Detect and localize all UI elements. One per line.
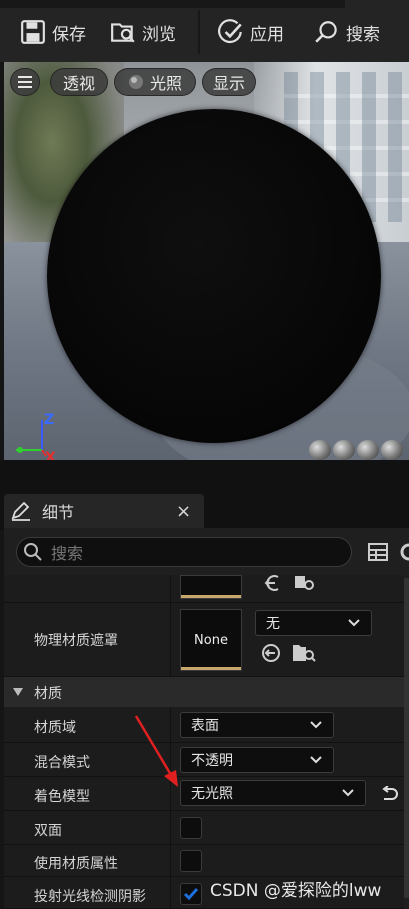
lighting-button[interactable]: 光照 <box>114 68 196 96</box>
save-label: 保存 <box>52 24 86 45</box>
property-row-phys-mask: 物理材质遮罩 None 无 <box>4 603 404 677</box>
reset-to-default-icon[interactable] <box>380 786 398 802</box>
chevron-down-icon <box>348 619 360 627</box>
apply-label: 应用 <box>250 24 284 45</box>
tab-details[interactable]: 细节 × <box>4 494 204 528</box>
property-row-material-domain: 材质域 表面 <box>4 707 404 743</box>
browse-asset-icon[interactable] <box>294 575 316 591</box>
toolbar-divider <box>198 10 200 54</box>
viewport-menu-button[interactable] <box>10 68 40 96</box>
folder-search-icon <box>111 23 135 43</box>
shading-model-dropdown[interactable]: 无光照 <box>180 780 366 806</box>
property-row-partial <box>4 575 404 603</box>
material-domain-dropdown[interactable]: 表面 <box>180 712 334 738</box>
use-selected-asset-icon[interactable] <box>262 575 282 591</box>
sphere-preview-icon[interactable] <box>333 440 355 460</box>
apply-button[interactable]: 应用 <box>218 10 284 54</box>
property-row-shading-model: 着色模型 无光照 <box>4 777 404 811</box>
lighting-label: 光照 <box>149 74 182 93</box>
use-selected-asset-icon[interactable] <box>260 643 282 663</box>
chevron-down-icon <box>342 789 354 797</box>
hamburger-icon <box>18 76 32 88</box>
cube-preview-icon[interactable] <box>381 440 403 460</box>
thumbnail-accent-line <box>181 667 241 670</box>
preview-sphere <box>47 109 381 443</box>
search-button[interactable]: 搜索 <box>314 10 380 54</box>
perspective-button[interactable]: 透视 <box>50 68 108 96</box>
texture-thumbnail-partial[interactable] <box>180 575 242 599</box>
blend-mode-dropdown[interactable]: 不透明 <box>180 747 334 773</box>
pencil-icon <box>11 501 30 521</box>
axis-z-label: Z <box>44 412 55 428</box>
blend-mode-value: 不透明 <box>191 753 233 769</box>
search-icon <box>24 543 42 561</box>
column-separator <box>170 603 171 676</box>
use-material-attributes-label: 使用材质属性 <box>34 856 118 872</box>
show-label: 显示 <box>213 74 246 93</box>
phys-mask-thumb-text: None <box>194 632 228 648</box>
show-button[interactable]: 显示 <box>202 68 256 96</box>
toolbar-top-strip <box>0 0 345 8</box>
column-separator <box>170 575 171 602</box>
lighting-sphere-icon <box>128 75 143 89</box>
search-icon <box>315 21 337 43</box>
browse-label: 浏览 <box>142 24 176 45</box>
shading-model-label: 着色模型 <box>34 789 90 805</box>
browse-asset-icon[interactable] <box>292 643 316 663</box>
save-button[interactable]: 保存 <box>20 10 86 54</box>
plane-preview-icon[interactable] <box>357 440 379 460</box>
browse-button[interactable]: 浏览 <box>110 10 176 54</box>
axis-x-label: X <box>45 450 56 460</box>
cylinder-preview-icon[interactable] <box>309 440 331 460</box>
column-separator <box>170 845 171 876</box>
column-separator <box>170 811 171 844</box>
checkmark-icon <box>183 888 199 901</box>
material-domain-value: 表面 <box>191 718 219 734</box>
section-header-material[interactable]: 材质 <box>4 677 404 708</box>
section-title-material: 材质 <box>34 686 62 702</box>
search-label: 搜索 <box>346 24 380 45</box>
use-material-attributes-checkbox[interactable] <box>180 850 202 872</box>
property-row-two-sided: 双面 <box>4 811 404 845</box>
collapse-triangle-icon <box>13 688 23 696</box>
shading-model-value: 无光照 <box>191 786 233 802</box>
perspective-label: 透视 <box>62 74 95 93</box>
two-sided-label: 双面 <box>34 823 62 839</box>
details-scrollbar[interactable] <box>404 578 409 898</box>
column-separator <box>170 877 171 908</box>
settings-gear-icon[interactable] <box>397 542 409 562</box>
cast-ray-traced-shadows-checkbox[interactable] <box>180 883 202 905</box>
details-tab-title: 细节 <box>42 503 75 522</box>
phys-mask-value: 无 <box>266 616 280 632</box>
details-search-input[interactable]: 搜索 <box>16 537 352 567</box>
blend-mode-label: 混合模式 <box>34 755 90 771</box>
two-sided-checkbox[interactable] <box>180 817 202 839</box>
phys-mask-asset-dropdown[interactable]: 无 <box>255 610 372 636</box>
watermark-text: CSDN @爱探险的lww <box>210 881 382 901</box>
chevron-down-icon <box>310 756 322 764</box>
material-preview-viewport[interactable]: 透视 光照 显示 Z X <box>4 62 409 460</box>
thumbnail-accent-line <box>181 595 241 598</box>
annotation-arrow <box>134 715 178 787</box>
search-placeholder: 搜索 <box>51 544 84 563</box>
chevron-down-icon <box>310 721 322 729</box>
phys-mask-thumbnail[interactable]: None <box>180 609 242 671</box>
save-icon <box>21 20 45 44</box>
table-view-icon[interactable] <box>368 543 388 561</box>
property-row-blend-mode: 混合模式 不透明 <box>4 743 404 777</box>
phys-mask-label: 物理材质遮罩 <box>34 633 118 649</box>
preview-mesh-selector <box>309 440 409 460</box>
material-domain-label: 材质域 <box>34 720 76 736</box>
close-tab-icon[interactable]: × <box>176 501 191 522</box>
apply-check-icon <box>218 19 242 44</box>
property-row-use-material-attributes: 使用材质属性 <box>4 845 404 877</box>
cast-ray-traced-shadows-label: 投射光线检测阴影 <box>34 889 146 905</box>
